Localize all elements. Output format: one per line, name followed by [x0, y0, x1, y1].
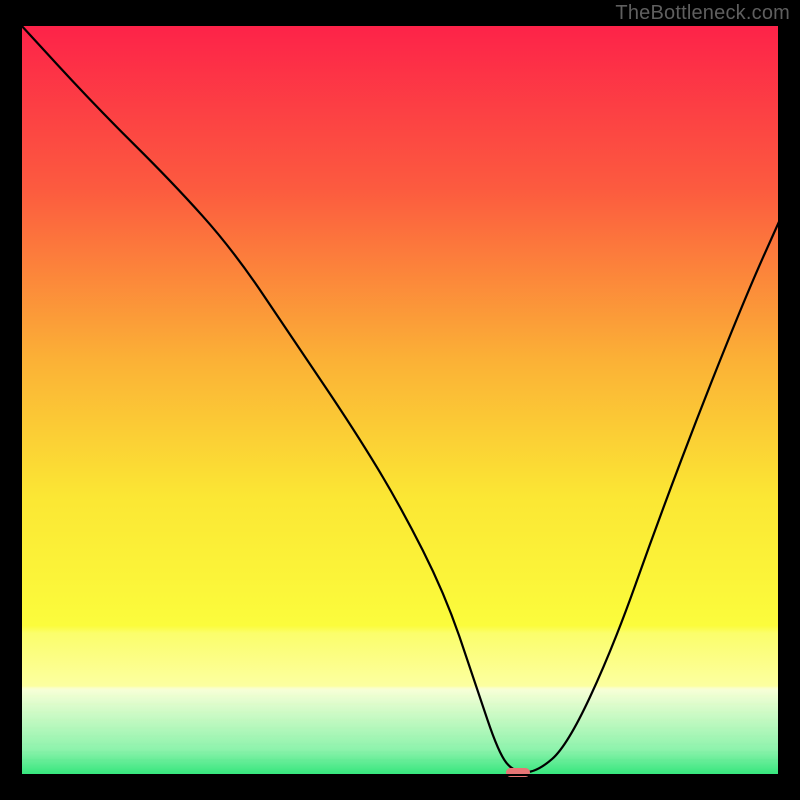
watermark-text: TheBottleneck.com	[615, 2, 790, 25]
bottleneck-curve	[20, 24, 780, 776]
valley-marker	[506, 768, 530, 777]
plot-area	[20, 24, 780, 776]
chart-frame: TheBottleneck.com	[0, 0, 800, 800]
